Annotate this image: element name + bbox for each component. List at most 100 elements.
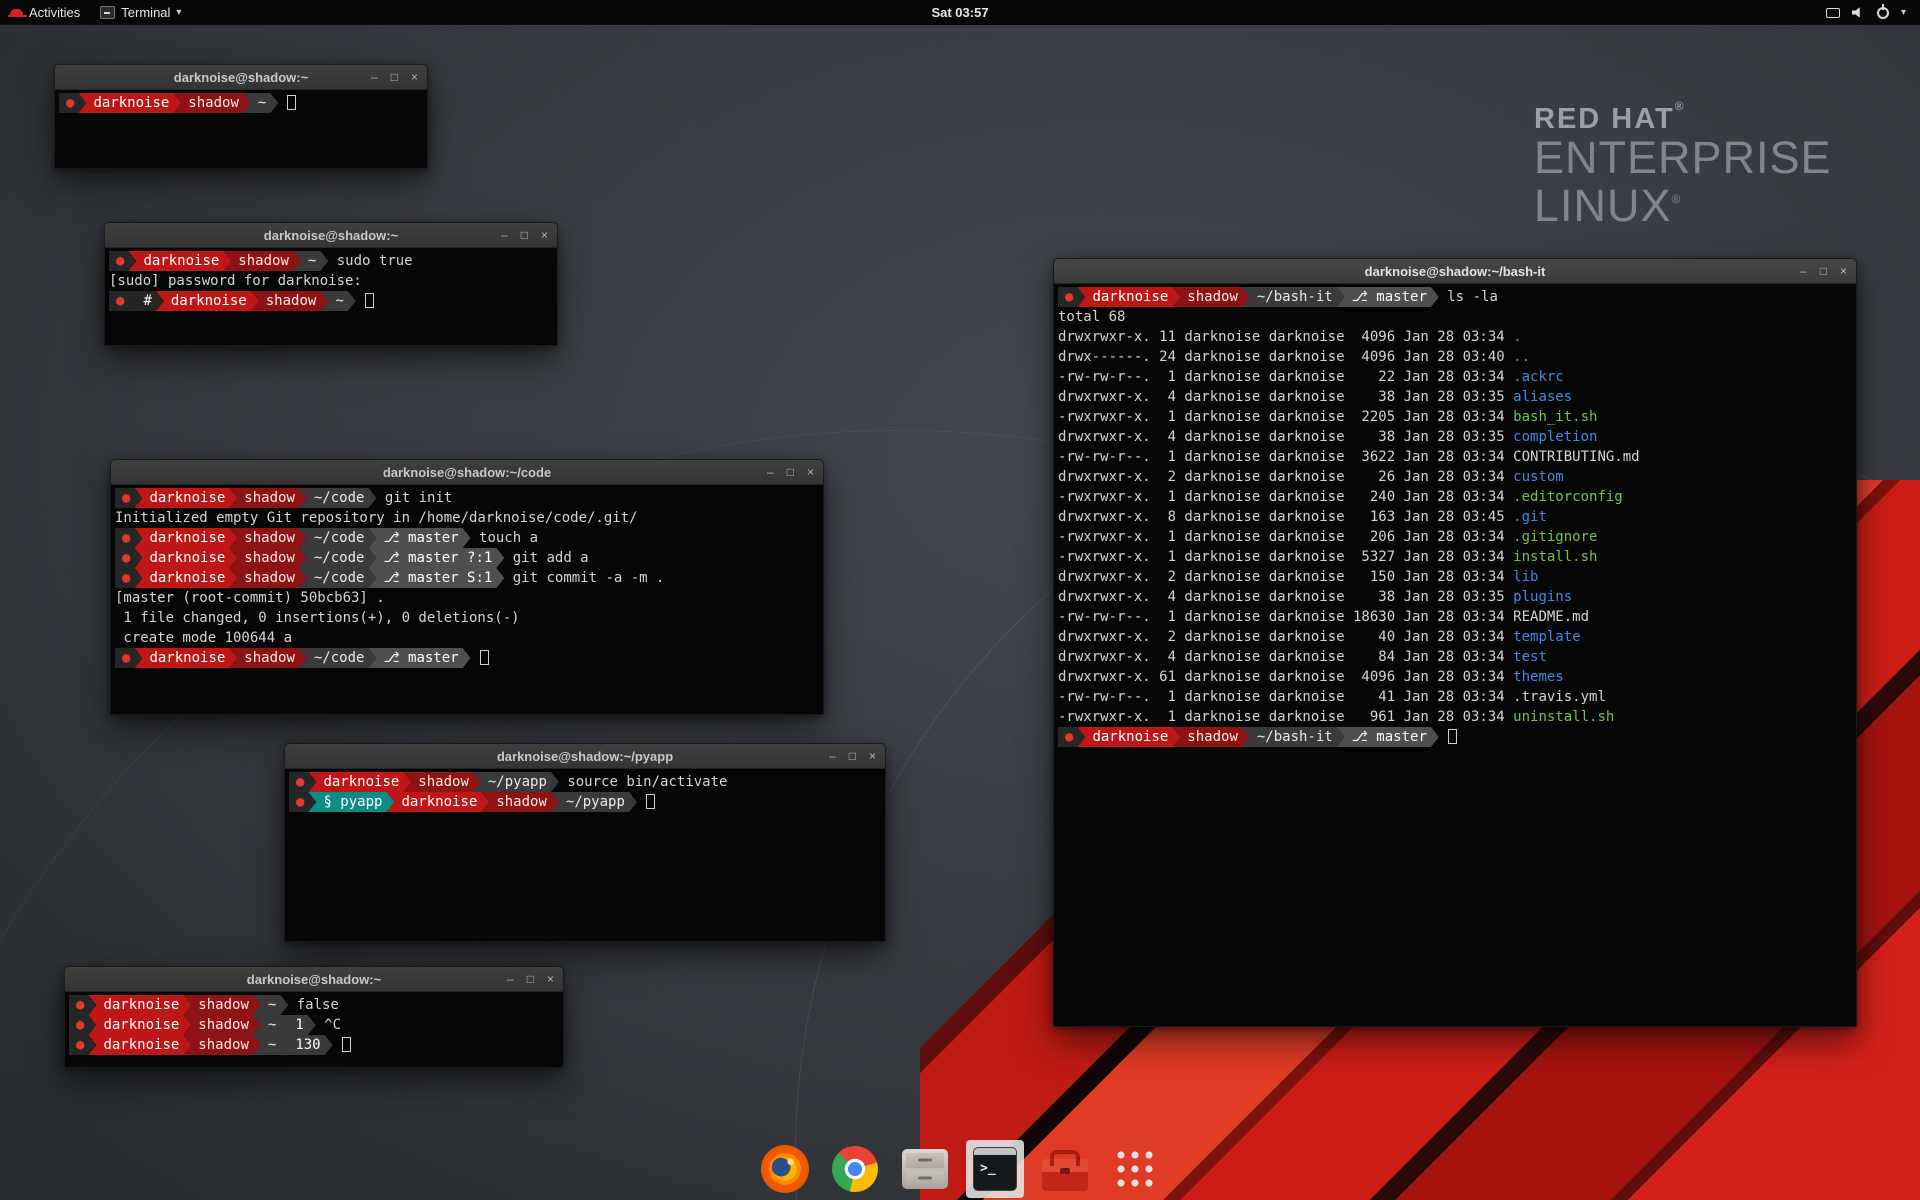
terminal-line: ●darknoiseshadow~/pyapp source bin/activ… [289, 772, 881, 792]
prompt-segment: shadow [229, 548, 307, 568]
terminal-body[interactable]: ●darknoiseshadow~/code git initInitializ… [111, 485, 823, 714]
window-title: darknoise@shadow:~ [247, 972, 381, 987]
terminal-line: ●darknoiseshadow~/code⎇ master S:1 git c… [115, 568, 819, 588]
minimize-button[interactable]: – [1800, 265, 1807, 277]
prompt-segment: ⎇ master [368, 648, 470, 668]
dock-item-show-applications[interactable] [1106, 1140, 1164, 1198]
terminal-app-icon [100, 6, 115, 19]
minimize-button[interactable]: – [501, 229, 508, 241]
prompt-segment: ⎇ master ?:1 [368, 548, 504, 568]
terminal-line: ●§ pyappdarknoiseshadow~/pyapp [289, 792, 881, 812]
maximize-button[interactable]: □ [521, 229, 528, 241]
terminal-text: .. [1513, 349, 1530, 365]
close-button[interactable]: × [541, 229, 548, 241]
terminal-text: .git [1513, 509, 1547, 525]
terminal-text: false [288, 997, 339, 1013]
terminal-line: drwxrwxr-x. 2 darknoise darknoise 150 Ja… [1058, 567, 1852, 587]
dock-item-chrome[interactable] [826, 1140, 884, 1198]
clock[interactable]: Sat 03:57 [931, 5, 988, 20]
terminal-line: -rw-rw-r--. 1 darknoise darknoise 18630 … [1058, 607, 1852, 627]
close-button[interactable]: × [411, 71, 418, 83]
window-titlebar[interactable]: darknoise@shadow:~/code – □ × [111, 460, 823, 485]
prompt-segment: § pyapp [308, 792, 394, 812]
maximize-button[interactable]: □ [787, 466, 794, 478]
window-titlebar[interactable]: darknoise@shadow:~/pyapp – □ × [285, 744, 885, 769]
terminal-line: drwx------. 24 darknoise darknoise 4096 … [1058, 347, 1852, 367]
terminal-line: ●darknoiseshadow~ sudo true [109, 251, 553, 271]
prompt-segment: ⎇ master S:1 [368, 568, 504, 588]
terminal-line: drwxrwxr-x. 61 darknoise darknoise 4096 … [1058, 667, 1852, 687]
prompt-segment: darknoise [134, 548, 237, 568]
terminal-text: custom [1513, 469, 1564, 485]
minimize-button[interactable]: – [371, 71, 378, 83]
prompt-segment: darknoise [88, 1015, 191, 1035]
window-titlebar[interactable]: darknoise@shadow:~ – □ × [55, 65, 427, 90]
maximize-button[interactable]: □ [849, 750, 856, 762]
close-button[interactable]: × [547, 973, 554, 985]
prompt-segment: darknoise [88, 995, 191, 1015]
system-status-area[interactable]: ▾ [1818, 0, 1914, 25]
dock-item-firefox[interactable] [756, 1140, 814, 1198]
close-button[interactable]: × [1840, 265, 1847, 277]
terminal-text: [sudo] password for darknoise: [109, 273, 370, 289]
rhel-logo: RED HAT® ENTERPRISE LINUX® [1534, 100, 1832, 229]
prompt-segment: darknoise [1077, 287, 1180, 307]
terminal-text: aliases [1513, 389, 1572, 405]
activities-button[interactable]: Activities [0, 0, 90, 25]
rhel-logo-line3: LINUX® [1534, 182, 1832, 229]
dock-item-terminal[interactable]: >_ [966, 1140, 1024, 1198]
terminal-window-exit-codes[interactable]: darknoise@shadow:~ – □ × ●darknoiseshado… [64, 966, 564, 1068]
prompt-segment: ~/pyapp [473, 772, 559, 792]
minimize-button[interactable]: – [829, 750, 836, 762]
app-menu-terminal[interactable]: Terminal ▾ [90, 0, 191, 25]
terminal-text: sudo true [328, 253, 412, 269]
prompt-segment: darknoise [78, 93, 181, 113]
minimize-button[interactable]: – [767, 466, 774, 478]
terminal-text: drwxrwxr-x. 4 darknoise darknoise 84 Jan… [1058, 649, 1513, 665]
terminal-body[interactable]: ●darknoiseshadow~/pyapp source bin/activ… [285, 769, 885, 941]
terminal-text: 1 file changed, 0 insertions(+), 0 delet… [115, 610, 520, 626]
close-button[interactable]: × [807, 466, 814, 478]
terminal-line: drwxrwxr-x. 4 darknoise darknoise 38 Jan… [1058, 587, 1852, 607]
prompt-segment: shadow [1172, 727, 1250, 747]
terminal-line: ●darknoiseshadow~1 ^C [69, 1015, 559, 1035]
prompt-segment: ⎇ master [1337, 727, 1439, 747]
maximize-button[interactable]: □ [1820, 265, 1827, 277]
terminal-window-bash-it[interactable]: darknoise@shadow:~/bash-it – □ × ●darkno… [1053, 258, 1857, 1027]
terminal-text: ^C [316, 1017, 341, 1033]
terminal-text: README.md [1513, 609, 1589, 625]
terminal-window-home-1[interactable]: darknoise@shadow:~ – □ × ●darknoiseshado… [54, 64, 428, 169]
terminal-window-code[interactable]: darknoise@shadow:~/code – □ × ●darknoise… [110, 459, 824, 715]
prompt-segment: shadow [229, 528, 307, 548]
terminal-text: template [1513, 629, 1580, 645]
prompt-segment: darknoise [134, 568, 237, 588]
terminal-icon: >_ [973, 1147, 1017, 1191]
prompt-segment: shadow [229, 488, 307, 508]
terminal-window-sudo[interactable]: darknoise@shadow:~ – □ × ●darknoiseshado… [104, 222, 558, 346]
terminal-body[interactable]: ●darknoiseshadow~ false●darknoiseshadow~… [65, 992, 563, 1067]
maximize-button[interactable]: □ [391, 71, 398, 83]
window-titlebar[interactable]: darknoise@shadow:~/bash-it – □ × [1054, 259, 1856, 284]
terminal-line: [master (root-commit) 50bcb63] . [115, 588, 819, 608]
terminal-line: [sudo] password for darknoise: [109, 271, 553, 291]
terminal-cursor [480, 650, 489, 665]
close-button[interactable]: × [869, 750, 876, 762]
window-titlebar[interactable]: darknoise@shadow:~ – □ × [105, 223, 557, 248]
window-titlebar[interactable]: darknoise@shadow:~ – □ × [65, 967, 563, 992]
prompt-segment: shadow [223, 251, 301, 271]
window-title: darknoise@shadow:~/bash-it [1365, 264, 1546, 279]
dock-item-files[interactable] [896, 1140, 954, 1198]
rhel-logo-line1: RED HAT® [1534, 100, 1832, 134]
dock-item-toolbox[interactable] [1036, 1140, 1094, 1198]
terminal-body[interactable]: ●darknoiseshadow~/bash-it⎇ master ls -la… [1054, 284, 1856, 1026]
terminal-text: Initialized empty Git repository in /hom… [115, 510, 638, 526]
terminal-body[interactable]: ●darknoiseshadow~ sudo true [sudo] passwo… [105, 248, 557, 345]
minimize-button[interactable]: – [507, 973, 514, 985]
terminal-line: -rw-rw-r--. 1 darknoise darknoise 3622 J… [1058, 447, 1852, 467]
terminal-body[interactable]: ●darknoiseshadow~ [55, 90, 427, 168]
maximize-button[interactable]: □ [527, 973, 534, 985]
terminal-window-pyapp[interactable]: darknoise@shadow:~/pyapp – □ × ●darknois… [284, 743, 886, 942]
terminal-text: plugins [1513, 589, 1572, 605]
terminal-text: drwxrwxr-x. 2 darknoise darknoise 150 Ja… [1058, 569, 1513, 585]
terminal-text: drwxrwxr-x. 61 darknoise darknoise 4096 … [1058, 669, 1513, 685]
